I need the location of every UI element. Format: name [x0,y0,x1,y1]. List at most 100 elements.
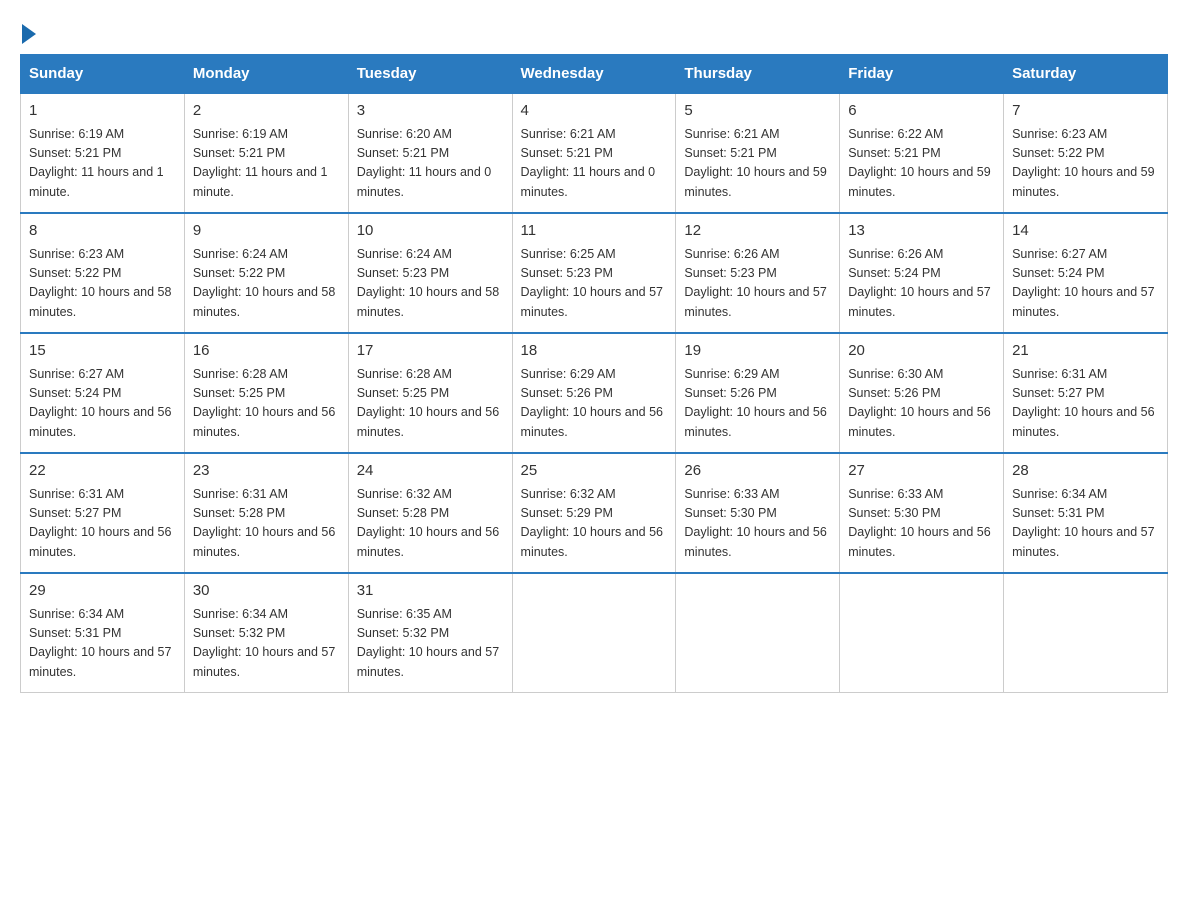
calendar-cell: 18Sunrise: 6:29 AMSunset: 5:26 PMDayligh… [512,333,676,453]
day-info: Sunrise: 6:26 AMSunset: 5:23 PMDaylight:… [684,247,826,319]
day-number: 21 [1012,340,1159,363]
day-info: Sunrise: 6:25 AMSunset: 5:23 PMDaylight:… [521,247,663,319]
calendar-cell: 30 Sunrise: 6:34 AMSunset: 5:32 PMDayligh… [184,573,348,693]
calendar-week-row: 15 Sunrise: 6:27 AMSunset: 5:24 PMDayligh… [21,333,1168,453]
column-header-tuesday: Tuesday [348,55,512,94]
day-info: Sunrise: 6:26 AMSunset: 5:24 PMDaylight:… [848,247,990,319]
calendar-cell: 10 Sunrise: 6:24 AMSunset: 5:23 PMDayligh… [348,213,512,333]
day-info: Sunrise: 6:31 AMSunset: 5:27 PMDaylight:… [1012,367,1154,439]
day-number: 4 [521,100,668,123]
day-number: 8 [29,220,176,243]
day-number: 5 [684,100,831,123]
day-info: Sunrise: 6:27 AMSunset: 5:24 PMDaylight:… [1012,247,1154,319]
calendar-cell: 1 Sunrise: 6:19 AMSunset: 5:21 PMDaylight… [21,93,185,213]
calendar-cell: 3 Sunrise: 6:20 AMSunset: 5:21 PMDaylight… [348,93,512,213]
logo [20,20,36,44]
calendar-cell: 12 Sunrise: 6:26 AMSunset: 5:23 PMDayligh… [676,213,840,333]
day-number: 20 [848,340,995,363]
calendar-week-row: 8 Sunrise: 6:23 AMSunset: 5:22 PMDaylight… [21,213,1168,333]
day-info: Sunrise: 6:19 AMSunset: 5:21 PMDaylight:… [29,127,164,199]
calendar-cell [512,573,676,693]
calendar-cell: 28Sunrise: 6:34 AMSunset: 5:31 PMDayligh… [1004,453,1168,573]
calendar-cell: 27Sunrise: 6:33 AMSunset: 5:30 PMDayligh… [840,453,1004,573]
calendar-cell: 21 Sunrise: 6:31 AMSunset: 5:27 PMDayligh… [1004,333,1168,453]
day-info: Sunrise: 6:20 AMSunset: 5:21 PMDaylight:… [357,127,492,199]
day-info: Sunrise: 6:21 AMSunset: 5:21 PMDaylight:… [684,127,826,199]
calendar-cell: 7 Sunrise: 6:23 AMSunset: 5:22 PMDaylight… [1004,93,1168,213]
day-number: 9 [193,220,340,243]
calendar-cell: 22 Sunrise: 6:31 AMSunset: 5:27 PMDayligh… [21,453,185,573]
day-number: 26 [684,460,831,483]
day-number: 27 [848,460,995,483]
column-header-wednesday: Wednesday [512,55,676,94]
day-number: 14 [1012,220,1159,243]
day-number: 2 [193,100,340,123]
column-header-monday: Monday [184,55,348,94]
day-info: Sunrise: 6:19 AMSunset: 5:21 PMDaylight:… [193,127,328,199]
day-number: 7 [1012,100,1159,123]
day-number: 10 [357,220,504,243]
calendar-cell: 11 Sunrise: 6:25 AMSunset: 5:23 PMDayligh… [512,213,676,333]
day-info: Sunrise: 6:22 AMSunset: 5:21 PMDaylight:… [848,127,990,199]
day-number: 16 [193,340,340,363]
day-number: 28 [1012,460,1159,483]
day-number: 11 [521,220,668,243]
column-header-thursday: Thursday [676,55,840,94]
calendar-week-row: 29 Sunrise: 6:34 AMSunset: 5:31 PMDayligh… [21,573,1168,693]
calendar-week-row: 22 Sunrise: 6:31 AMSunset: 5:27 PMDayligh… [21,453,1168,573]
day-number: 6 [848,100,995,123]
day-info: Sunrise: 6:23 AMSunset: 5:22 PMDaylight:… [29,247,171,319]
calendar-cell: 19Sunrise: 6:29 AMSunset: 5:26 PMDayligh… [676,333,840,453]
day-info: Sunrise: 6:24 AMSunset: 5:23 PMDaylight:… [357,247,499,319]
calendar-cell: 4Sunrise: 6:21 AMSunset: 5:21 PMDaylight… [512,93,676,213]
day-number: 12 [684,220,831,243]
day-number: 29 [29,580,176,603]
day-info: Sunrise: 6:29 AMSunset: 5:26 PMDaylight:… [521,367,663,439]
day-info: Sunrise: 6:24 AMSunset: 5:22 PMDaylight:… [193,247,335,319]
calendar-cell: 24 Sunrise: 6:32 AMSunset: 5:28 PMDayligh… [348,453,512,573]
calendar-cell: 26 Sunrise: 6:33 AMSunset: 5:30 PMDayligh… [676,453,840,573]
day-info: Sunrise: 6:33 AMSunset: 5:30 PMDaylight:… [684,487,826,559]
day-number: 24 [357,460,504,483]
calendar-week-row: 1 Sunrise: 6:19 AMSunset: 5:21 PMDaylight… [21,93,1168,213]
calendar-cell: 17Sunrise: 6:28 AMSunset: 5:25 PMDayligh… [348,333,512,453]
column-header-saturday: Saturday [1004,55,1168,94]
day-number: 13 [848,220,995,243]
day-info: Sunrise: 6:23 AMSunset: 5:22 PMDaylight:… [1012,127,1154,199]
day-number: 22 [29,460,176,483]
calendar-cell: 31 Sunrise: 6:35 AMSunset: 5:32 PMDayligh… [348,573,512,693]
day-info: Sunrise: 6:27 AMSunset: 5:24 PMDaylight:… [29,367,171,439]
day-number: 23 [193,460,340,483]
day-number: 31 [357,580,504,603]
day-number: 1 [29,100,176,123]
calendar-cell: 23 Sunrise: 6:31 AMSunset: 5:28 PMDayligh… [184,453,348,573]
calendar-cell: 14 Sunrise: 6:27 AMSunset: 5:24 PMDayligh… [1004,213,1168,333]
day-info: Sunrise: 6:32 AMSunset: 5:29 PMDaylight:… [521,487,663,559]
calendar-cell: 25Sunrise: 6:32 AMSunset: 5:29 PMDayligh… [512,453,676,573]
day-number: 3 [357,100,504,123]
day-info: Sunrise: 6:28 AMSunset: 5:25 PMDaylight:… [193,367,335,439]
calendar-cell: 20 Sunrise: 6:30 AMSunset: 5:26 PMDayligh… [840,333,1004,453]
column-header-sunday: Sunday [21,55,185,94]
day-info: Sunrise: 6:30 AMSunset: 5:26 PMDaylight:… [848,367,990,439]
page-header [20,20,1168,44]
day-info: Sunrise: 6:34 AMSunset: 5:31 PMDaylight:… [29,607,171,679]
day-info: Sunrise: 6:32 AMSunset: 5:28 PMDaylight:… [357,487,499,559]
day-info: Sunrise: 6:34 AMSunset: 5:32 PMDaylight:… [193,607,335,679]
calendar-cell: 9 Sunrise: 6:24 AMSunset: 5:22 PMDaylight… [184,213,348,333]
logo-arrow-icon [22,24,36,44]
day-number: 15 [29,340,176,363]
day-info: Sunrise: 6:35 AMSunset: 5:32 PMDaylight:… [357,607,499,679]
calendar-cell [1004,573,1168,693]
column-header-friday: Friday [840,55,1004,94]
calendar-cell: 6 Sunrise: 6:22 AMSunset: 5:21 PMDaylight… [840,93,1004,213]
calendar-cell [676,573,840,693]
day-number: 30 [193,580,340,603]
day-info: Sunrise: 6:29 AMSunset: 5:26 PMDaylight:… [684,367,826,439]
calendar-cell [840,573,1004,693]
day-info: Sunrise: 6:31 AMSunset: 5:27 PMDaylight:… [29,487,171,559]
day-info: Sunrise: 6:31 AMSunset: 5:28 PMDaylight:… [193,487,335,559]
calendar-table: SundayMondayTuesdayWednesdayThursdayFrid… [20,54,1168,693]
calendar-cell: 15 Sunrise: 6:27 AMSunset: 5:24 PMDayligh… [21,333,185,453]
day-number: 17 [357,340,504,363]
